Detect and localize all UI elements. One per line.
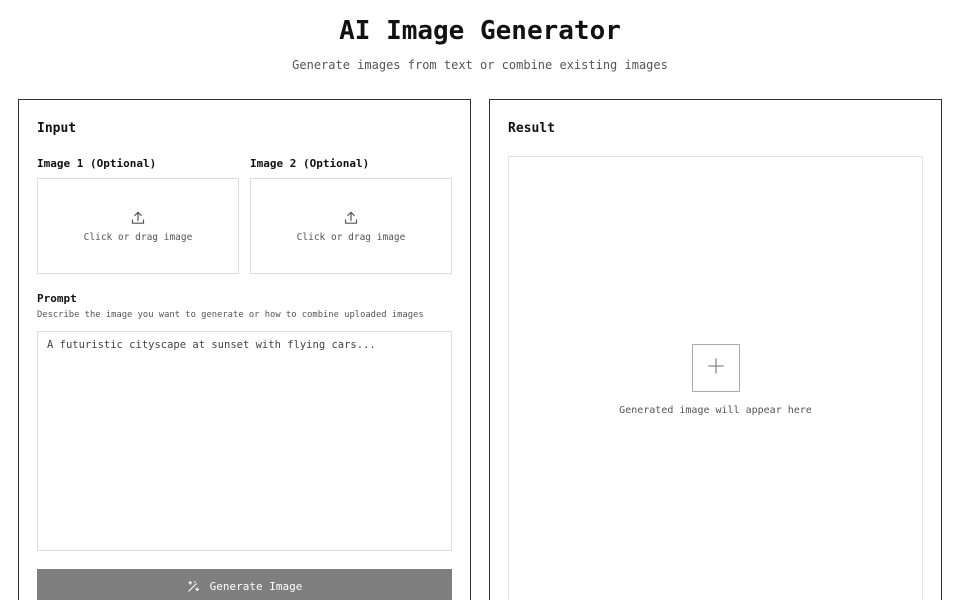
image-2-dropzone[interactable]: Click or drag image: [250, 178, 452, 274]
input-panel: Input Image 1 (Optional) Click or drag i…: [18, 99, 471, 600]
upload-icon: [130, 210, 146, 226]
plus-icon: [707, 357, 725, 379]
input-panel-heading: Input: [37, 121, 77, 136]
result-placeholder-hint: Generated image will appear here: [619, 405, 812, 416]
generate-image-label: Generate Image: [209, 579, 303, 593]
image-2-label: Image 2 (Optional): [250, 157, 370, 170]
prompt-label: Prompt: [37, 292, 77, 305]
prompt-help-text: Describe the image you want to generate …: [37, 310, 424, 320]
magic-wand-icon: [187, 580, 210, 593]
result-placeholder: [692, 344, 740, 392]
upload-icon: [343, 210, 359, 226]
result-image-area: Generated image will appear here: [508, 156, 923, 600]
image-1-dropzone-hint: Click or drag image: [83, 231, 193, 243]
generate-image-button[interactable]: Generate Image: [37, 569, 452, 600]
result-panel: Result Generated image will appear here: [489, 99, 942, 600]
page: AI Image Generator Generate images from …: [0, 0, 960, 600]
image-1-label: Image 1 (Optional): [37, 157, 157, 170]
page-title: AI Image Generator: [339, 16, 621, 46]
page-subtitle: Generate images from text or combine exi…: [292, 58, 668, 72]
result-panel-heading: Result: [508, 121, 555, 136]
image-2-dropzone-hint: Click or drag image: [296, 231, 406, 243]
image-1-dropzone[interactable]: Click or drag image: [37, 178, 239, 274]
prompt-input[interactable]: [37, 331, 452, 551]
